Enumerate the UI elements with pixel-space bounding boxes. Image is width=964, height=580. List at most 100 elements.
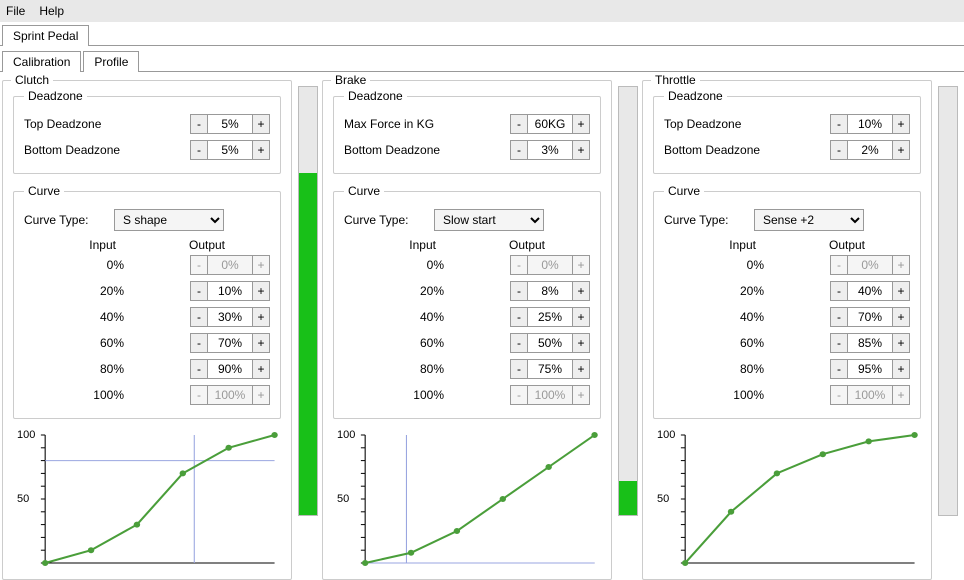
curve-row: 80% -75%+: [344, 356, 590, 382]
minus-button[interactable]: -: [830, 359, 848, 379]
minus-button[interactable]: -: [510, 140, 528, 160]
deadzone-top-stepper[interactable]: -5%+: [190, 114, 270, 134]
curve-type-select[interactable]: S shape: [114, 209, 224, 231]
curve-group: CurveCurve Type:S shapeInputOutput0%-0%+…: [13, 184, 281, 419]
output-stepper[interactable]: -70%+: [830, 307, 910, 327]
deadzone-top-stepper[interactable]: -60KG+: [510, 114, 590, 134]
plus-button: +: [892, 255, 910, 275]
deadzone-group: DeadzoneMax Force in KG-60KG+Bottom Dead…: [333, 89, 601, 174]
deadzone-top-stepper[interactable]: -10%+: [830, 114, 910, 134]
curve-row: 80%-90%+: [24, 356, 270, 382]
stepper-value: 75%: [528, 359, 572, 379]
deadzone-bot-stepper[interactable]: -2%+: [830, 140, 910, 160]
plus-button[interactable]: +: [892, 333, 910, 353]
input-value: 80%: [344, 362, 464, 376]
input-value: 60%: [344, 336, 464, 350]
minus-button[interactable]: -: [830, 114, 848, 134]
output-stepper[interactable]: -90%+: [190, 359, 270, 379]
output-stepper[interactable]: -85%+: [830, 333, 910, 353]
panel-title: Throttle: [651, 73, 700, 87]
plus-button[interactable]: +: [892, 114, 910, 134]
minus-button[interactable]: -: [830, 281, 848, 301]
curve-row: 40%-70%+: [664, 304, 910, 330]
plus-button[interactable]: +: [252, 281, 270, 301]
output-stepper[interactable]: -75%+: [510, 359, 590, 379]
plus-button[interactable]: +: [572, 140, 590, 160]
minus-button[interactable]: -: [830, 140, 848, 160]
minus-button[interactable]: -: [510, 114, 528, 134]
deadzone-bot-stepper[interactable]: -3%+: [510, 140, 590, 160]
plus-button[interactable]: +: [572, 281, 590, 301]
stepper-value: 0%: [528, 255, 572, 275]
minus-button[interactable]: -: [510, 281, 528, 301]
tab-calibration[interactable]: Calibration: [2, 51, 81, 72]
curve-chart: 10050: [653, 429, 921, 569]
curve-type-select[interactable]: Slow start: [434, 209, 544, 231]
tab-sprint-pedal[interactable]: Sprint Pedal: [2, 25, 89, 46]
curve-row: 60%-85%+: [664, 330, 910, 356]
output-stepper[interactable]: -95%+: [830, 359, 910, 379]
minus-button: -: [190, 255, 208, 275]
plus-button[interactable]: +: [252, 114, 270, 134]
output-stepper[interactable]: -8%+: [510, 281, 590, 301]
output-stepper[interactable]: -70%+: [190, 333, 270, 353]
minus-button[interactable]: -: [190, 114, 208, 134]
menu-help[interactable]: Help: [39, 4, 64, 18]
deadzone-bot-label: Bottom Deadzone: [24, 143, 190, 157]
stepper-value: 70%: [208, 333, 252, 353]
minus-button[interactable]: -: [190, 140, 208, 160]
deadzone-legend: Deadzone: [664, 89, 727, 103]
minus-button[interactable]: -: [510, 333, 528, 353]
minus-button[interactable]: -: [190, 307, 208, 327]
curve-row: 40%-30%+: [24, 304, 270, 330]
tab-profile[interactable]: Profile: [83, 51, 139, 72]
plus-button[interactable]: +: [252, 333, 270, 353]
output-stepper[interactable]: -30%+: [190, 307, 270, 327]
minus-button: -: [190, 385, 208, 405]
curve-type-label: Curve Type:: [24, 213, 114, 227]
plus-button[interactable]: +: [572, 333, 590, 353]
stepper-value: 25%: [528, 307, 572, 327]
deadzone-top-label: Max Force in KG: [344, 117, 510, 131]
plus-button[interactable]: +: [252, 359, 270, 379]
input-value: 0%: [344, 258, 464, 272]
minus-button[interactable]: -: [830, 333, 848, 353]
stepper-value: 100%: [848, 385, 892, 405]
output-stepper[interactable]: -25%+: [510, 307, 590, 327]
minus-button[interactable]: -: [190, 333, 208, 353]
plus-button[interactable]: +: [572, 114, 590, 134]
deadzone-legend: Deadzone: [24, 89, 87, 103]
menu-file[interactable]: File: [6, 4, 25, 18]
curve-type-select[interactable]: Sense +2: [754, 209, 864, 231]
plus-button[interactable]: +: [892, 359, 910, 379]
minus-button[interactable]: -: [190, 359, 208, 379]
plus-button[interactable]: +: [572, 359, 590, 379]
stepper-value: 8%: [528, 281, 572, 301]
input-value: 100%: [664, 388, 784, 402]
plus-button[interactable]: +: [572, 307, 590, 327]
stepper-value: 10%: [208, 281, 252, 301]
minus-button[interactable]: -: [510, 359, 528, 379]
deadzone-bot-stepper[interactable]: -5%+: [190, 140, 270, 160]
level-gauge: [938, 86, 958, 516]
input-value: 100%: [24, 388, 144, 402]
plus-button: +: [252, 385, 270, 405]
plus-button[interactable]: +: [252, 140, 270, 160]
output-stepper[interactable]: -40%+: [830, 281, 910, 301]
stepper-value: 85%: [848, 333, 892, 353]
plus-button[interactable]: +: [892, 140, 910, 160]
deadzone-top-label: Top Deadzone: [24, 117, 190, 131]
plus-button: +: [572, 255, 590, 275]
minus-button[interactable]: -: [510, 307, 528, 327]
plus-button[interactable]: +: [892, 281, 910, 301]
ytick-100: 100: [657, 429, 675, 441]
output-stepper[interactable]: -50%+: [510, 333, 590, 353]
ytick-100: 100: [17, 429, 35, 441]
minus-button[interactable]: -: [830, 307, 848, 327]
output-stepper[interactable]: -10%+: [190, 281, 270, 301]
plus-button[interactable]: +: [892, 307, 910, 327]
minus-button[interactable]: -: [190, 281, 208, 301]
panel-throttle: ThrottleDeadzoneTop Deadzone-10%+Bottom …: [642, 80, 932, 580]
app-tabstrip: Sprint Pedal: [0, 24, 964, 46]
plus-button[interactable]: +: [252, 307, 270, 327]
